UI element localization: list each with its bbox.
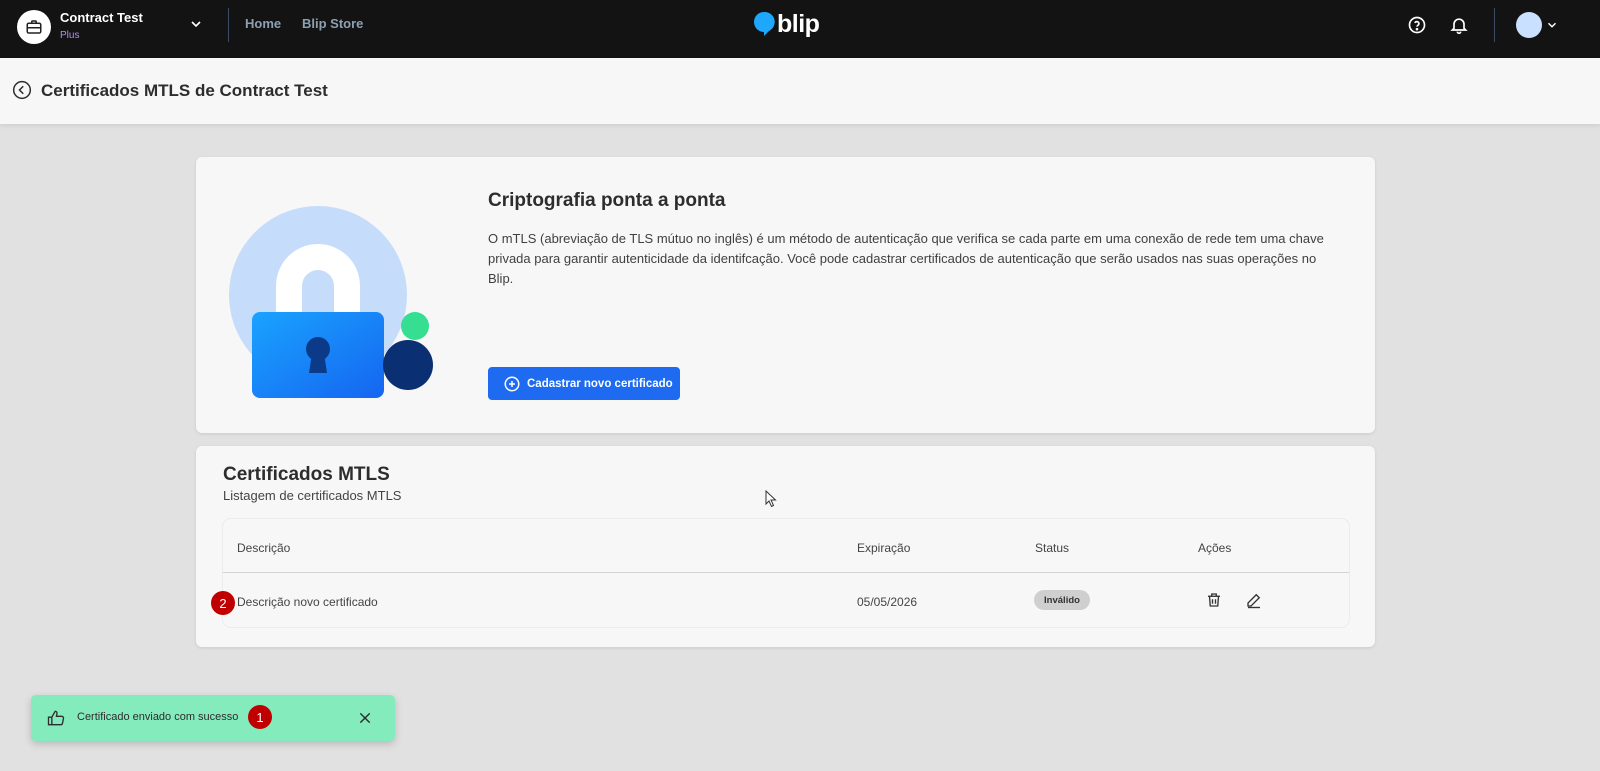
back-arrow-icon[interactable] [12,80,32,100]
success-toast: Certificado enviado com sucesso [31,695,395,741]
certificates-card: Certificados MTLS Listagem de certificad… [196,446,1375,647]
blip-logo-text: blip [777,10,820,38]
info-description: O mTLS (abreviação de TLS mútuo no inglê… [488,231,1324,286]
page-title: Certificados MTLS de Contract Test [41,81,328,100]
help-icon[interactable] [1407,15,1427,35]
tenant-avatar[interactable] [17,10,51,44]
toast-message: Certificado enviado com sucesso [77,711,239,723]
info-title: Criptografia ponta a ponta [488,190,726,211]
avatar[interactable] [1516,12,1542,38]
table-divider [223,572,1349,573]
blip-logo[interactable]: blip [753,9,820,39]
mouse-cursor-icon [765,490,777,508]
trash-icon[interactable] [1205,591,1223,609]
list-title: Certificados MTLS [223,464,390,485]
bell-icon[interactable] [1449,15,1469,35]
tenant-plan: Plus [60,30,80,41]
cell-description: Descrição novo certificado [237,595,378,609]
status-badge: Inválido [1034,590,1090,610]
certificates-table: Descrição Expiração Status Ações Descriç… [223,519,1349,627]
tenant-name[interactable]: Contract Test [60,10,143,25]
add-certificate-button-label: Cadastrar novo certificado [527,377,673,390]
chevron-down-icon[interactable] [188,16,204,32]
nav-divider [228,8,229,42]
edit-pencil-icon[interactable] [1245,591,1263,609]
padlock-illustration-icon [229,206,433,398]
chevron-down-icon[interactable] [1545,18,1559,32]
top-navbar: Contract Test Plus Home Blip Store blip [0,0,1600,58]
thumbs-up-icon [47,710,65,726]
nav-link-home[interactable]: Home [245,16,281,31]
cell-expiration: 05/05/2026 [857,595,918,609]
blip-bubble-icon [754,11,775,36]
column-header-description: Descrição [237,541,291,555]
list-subtitle: Listagem de certificados MTLS [223,488,402,503]
column-header-expiration: Expiração [857,541,911,555]
page-header: Certificados MTLS de Contract Test [0,58,1600,124]
annotation-marker-2: 2 [211,591,235,615]
nav-divider [1494,8,1495,42]
add-certificate-button[interactable]: Cadastrar novo certificado [488,367,680,400]
column-header-status: Status [1035,541,1070,555]
close-icon[interactable] [357,710,373,726]
column-header-actions: Ações [1198,541,1232,555]
plus-circle-icon [504,376,520,391]
annotation-marker-1: 1 [248,705,272,729]
briefcase-icon [26,20,42,34]
nav-link-blip-store[interactable]: Blip Store [302,16,363,31]
info-card: Criptografia ponta a ponta O mTLS (abrev… [196,157,1375,433]
